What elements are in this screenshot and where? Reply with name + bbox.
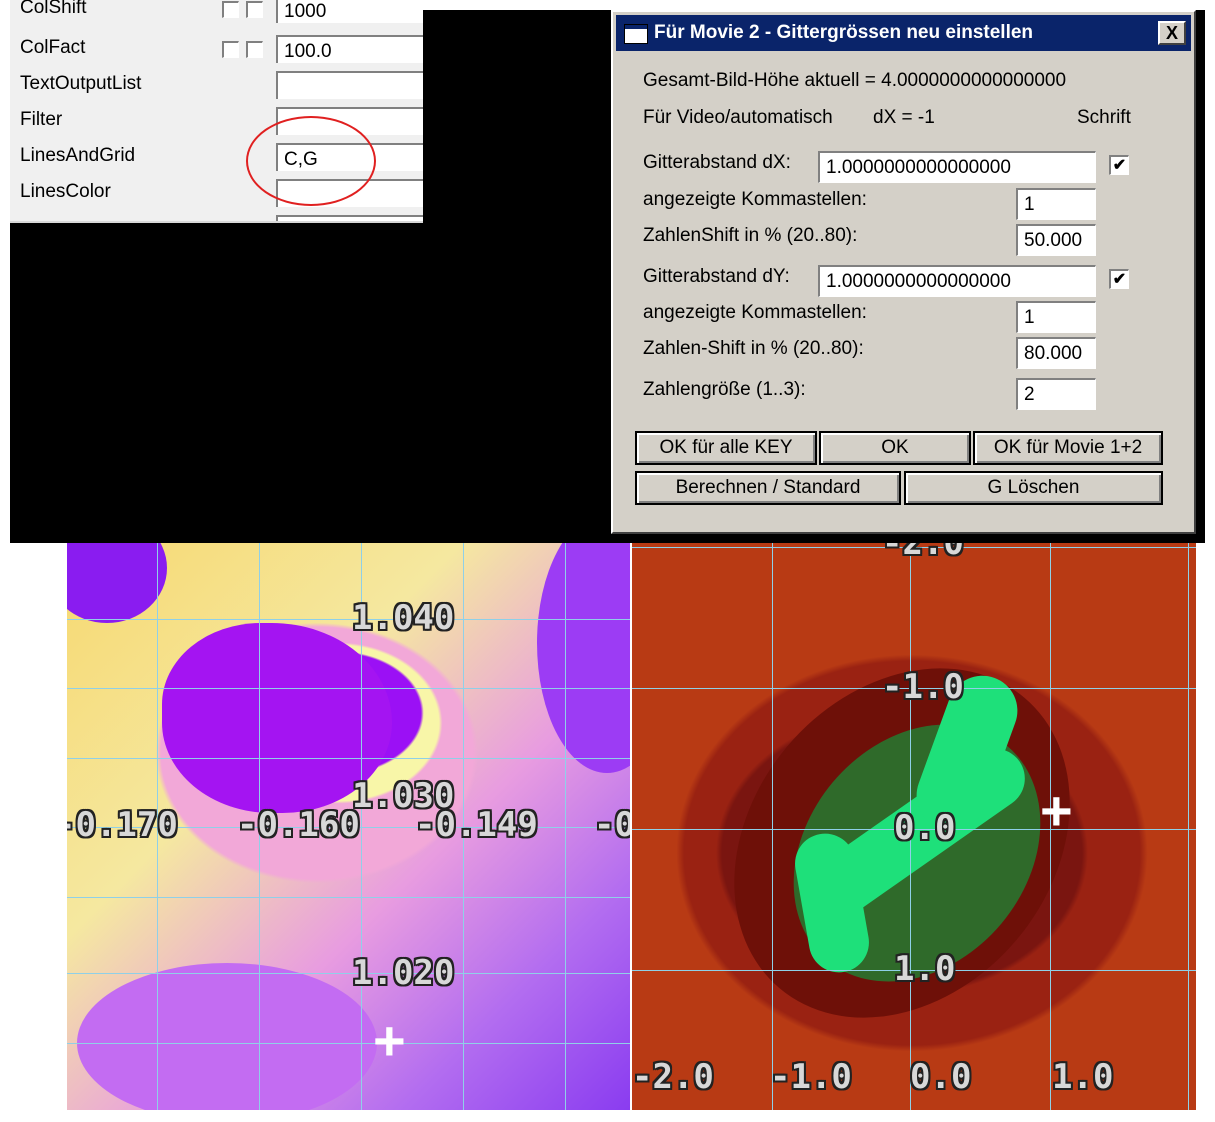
prop-value-input[interactable]: 1000 — [276, 0, 423, 23]
prop-label: ColFact — [20, 37, 86, 58]
shift-label-2: Zahlen-Shift in % (20..80): — [643, 338, 864, 359]
axis-label: 1.040 — [352, 598, 455, 638]
prop-label: LinesColor — [20, 181, 111, 202]
mandelbrot-view[interactable]: 1.040 1.030 -0.170 -0.160 -0.149 -0 1.02… — [67, 543, 630, 1110]
decimals-input-1[interactable]: 1 — [1016, 188, 1096, 220]
decimals-label-1: angezeigte Kommastellen: — [643, 189, 867, 210]
grid-line — [1188, 543, 1189, 1110]
dx-info: dX = -1 — [873, 107, 935, 128]
prop-label: ColShift — [20, 0, 87, 18]
ok-movie-button[interactable]: OK für Movie 1+2 — [973, 431, 1163, 465]
decimals-label-2: angezeigte Kommastellen: — [643, 302, 867, 323]
axis-label: -2.0 — [632, 1057, 714, 1097]
grid-line — [67, 619, 630, 620]
shift-input-1[interactable]: 50.000 — [1016, 224, 1096, 256]
ok-all-key-button[interactable]: OK für alle KEY — [635, 431, 817, 465]
prop-row-cutoff — [10, 212, 423, 221]
axis-label: -0 — [594, 805, 630, 845]
total-height-info: Gesamt-Bild-Höhe aktuell = 4.00000000000… — [643, 70, 1067, 91]
size-label: Zahlengröße (1..3): — [643, 379, 806, 400]
grid-line — [67, 897, 630, 898]
dx-label: Gitterabstand dX: — [643, 152, 791, 173]
prop-value-input[interactable] — [276, 215, 423, 221]
axis-label: -1.0 — [882, 667, 964, 707]
fractal-region — [537, 543, 630, 773]
axis-label: 1.0 — [1052, 1057, 1114, 1097]
dx-checkbox[interactable]: ✔ — [1109, 155, 1129, 175]
grid-line — [67, 1043, 630, 1044]
prop-checkbox[interactable] — [246, 41, 263, 58]
property-grid: ColShift 1000 ColFact 100.0 TextOutputLi… — [10, 0, 423, 223]
axis-label: -0.160 — [237, 805, 360, 845]
video-label: Für Video/automatisch — [643, 107, 833, 128]
size-input[interactable]: 2 — [1016, 378, 1096, 410]
grid-line — [67, 758, 630, 759]
prop-row-colfact: ColFact 100.0 — [10, 32, 423, 68]
axis-label: -1.0 — [770, 1057, 852, 1097]
crosshair-cursor: + — [373, 1009, 406, 1072]
fractal-region — [77, 963, 377, 1110]
crosshair-cursor: + — [1040, 779, 1073, 842]
axis-label: 1.0 — [894, 949, 956, 989]
dy-checkbox[interactable]: ✔ — [1109, 269, 1129, 289]
shift-input-2[interactable]: 80.000 — [1016, 337, 1096, 369]
font-label: Schrift — [1077, 107, 1131, 128]
grid-line — [772, 543, 773, 1110]
prop-label: LinesAndGrid — [20, 145, 136, 166]
prop-row-textoutputlist: TextOutputList — [10, 68, 423, 104]
axis-label: 0.0 — [910, 1057, 972, 1097]
dx-input[interactable]: 1.0000000000000000 — [818, 151, 1096, 183]
window-icon — [624, 24, 648, 44]
dialog-titlebar[interactable]: Für Movie 2 - Gittergrössen neu einstell… — [616, 15, 1191, 51]
axis-label: -0.149 — [415, 805, 538, 845]
axis-label: 1.020 — [352, 953, 455, 993]
dialog-title: Für Movie 2 - Gittergrössen neu einstell… — [654, 22, 1034, 43]
close-button[interactable]: X — [1158, 21, 1186, 45]
grid-settings-dialog: Für Movie 2 - Gittergrössen neu einstell… — [611, 10, 1196, 534]
prop-row-colshift: ColShift 1000 — [10, 0, 423, 28]
prop-label: TextOutputList — [20, 73, 142, 94]
g-delete-button[interactable]: G Löschen — [904, 471, 1163, 505]
dy-input[interactable]: 1.0000000000000000 — [818, 265, 1096, 297]
highlight-ellipse — [246, 116, 376, 206]
julia-view[interactable]: -2.0 -1.0 0.0 1.0 -2.0 -1.0 0.0 1.0 + — [632, 543, 1196, 1110]
fractal-core — [67, 543, 167, 623]
calc-standard-button[interactable]: Berechnen / Standard — [635, 471, 901, 505]
shift-label-1: ZahlenShift in % (20..80): — [643, 225, 858, 246]
prop-value-input[interactable]: 100.0 — [276, 35, 423, 63]
prop-checkbox[interactable] — [246, 1, 263, 18]
axis-label: 0.0 — [894, 808, 956, 848]
grid-line — [67, 973, 630, 974]
prop-checkbox[interactable] — [222, 41, 239, 58]
decimals-input-2[interactable]: 1 — [1016, 301, 1096, 333]
prop-label: Filter — [20, 109, 63, 130]
axis-label: -2.0 — [882, 543, 964, 563]
axis-label: -0.170 — [67, 805, 178, 845]
dy-label: Gitterabstand dY: — [643, 266, 790, 287]
grid-line — [67, 688, 630, 689]
prop-checkbox[interactable] — [222, 1, 239, 18]
ok-button[interactable]: OK — [819, 431, 971, 465]
prop-value-input[interactable] — [276, 71, 423, 99]
